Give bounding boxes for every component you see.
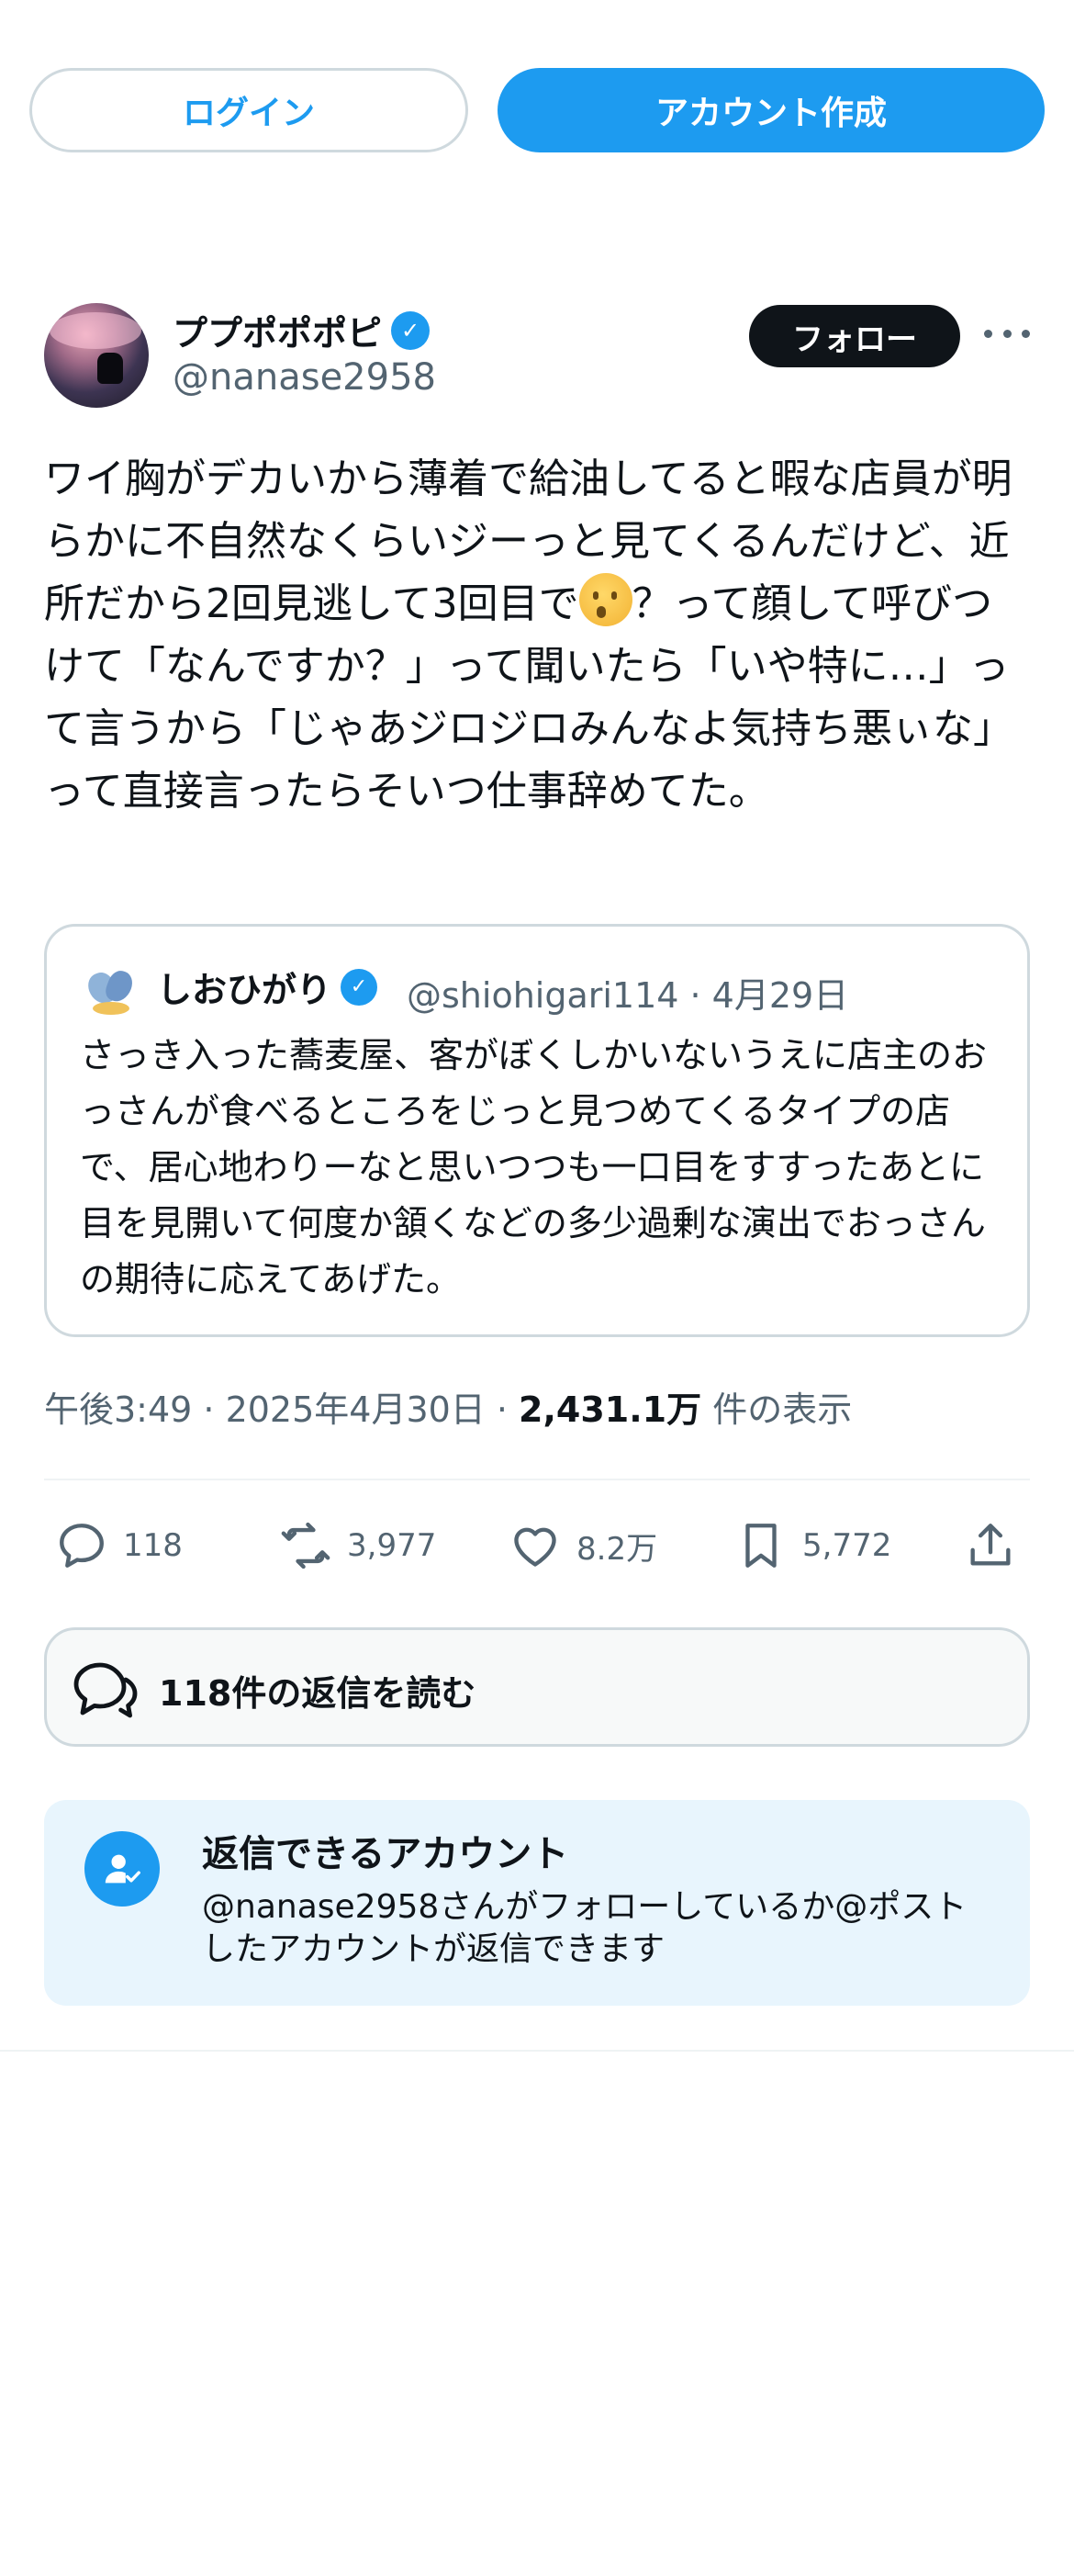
reply-button[interactable]: 118	[55, 1513, 183, 1578]
read-replies-button[interactable]: 118件の返信を読む	[44, 1627, 1030, 1747]
tweet-text: ワイ胸がデカいから薄着で給油してると暇な店員が明らかに不自然なくらいジーっと見て…	[44, 448, 1030, 823]
author-handle[interactable]: @nanase2958	[173, 356, 436, 399]
author-display-name[interactable]: ププポポポピ	[173, 305, 382, 355]
divider	[44, 1479, 1030, 1480]
share-icon	[970, 1524, 1011, 1566]
author-name-row[interactable]: ププポポポピ ✓	[173, 305, 431, 355]
bookmark-count: 5,772	[802, 1527, 892, 1564]
view-count: 2,431.1万	[519, 1389, 702, 1430]
avatar-decoration	[50, 312, 141, 349]
tweet-header: ププポポポピ ✓ @nanase2958 フォロー	[44, 303, 1030, 413]
more-dot	[1022, 329, 1030, 338]
tweet-timestamp[interactable]: 午後3:49 · 2025年4月30日 ·	[44, 1389, 519, 1430]
view-count-suffix: 件の表示	[701, 1389, 853, 1430]
auth-buttons: ログイン アカウント作成	[29, 68, 1045, 152]
author-avatar[interactable]	[44, 303, 149, 408]
verified-badge-icon: ✓	[341, 968, 378, 1006]
like-count: 8.2万	[576, 1530, 658, 1568]
login-button[interactable]: ログイン	[29, 68, 468, 152]
retweet-count: 3,977	[347, 1527, 437, 1564]
more-dot	[1002, 329, 1012, 338]
quote-author-avatar	[84, 967, 139, 1022]
reply-restriction-notice: 返信できるアカウント @nanase2958さんがフォローしているか@ポストした…	[44, 1800, 1030, 2006]
quote-handle-date: @shiohigari114 · 4月29日	[407, 975, 849, 1016]
follow-button[interactable]: フォロー	[749, 305, 960, 367]
reply-icon	[60, 1524, 104, 1568]
reply-restriction-title: 返信できるアカウント	[202, 1833, 569, 1875]
quote-text: さっき入った蕎麦屋、客がぼくしかいないうえに店主のおっさんが食べるところをじっと…	[80, 1035, 988, 1299]
bookmark-button[interactable]: 5,772	[734, 1513, 891, 1578]
person-check-glyph	[105, 1854, 140, 1884]
avatar-figure	[97, 353, 123, 384]
face-with-raised-eyebrow-icon	[578, 573, 632, 626]
replies-bubble-icon	[73, 1662, 138, 1718]
divider	[0, 2050, 1074, 2052]
bookmark-icon	[745, 1524, 777, 1568]
person-check-icon	[84, 1831, 160, 1907]
share-button[interactable]	[964, 1513, 1017, 1578]
reply-restriction-body: @nanase2958さんがフォローしているか@ポストしたアカウントが返信できま…	[202, 1888, 968, 1968]
more-dot	[984, 329, 992, 338]
action-bar: 118 3,977 8.2万 5,772	[44, 1513, 1030, 1578]
retweet-button[interactable]: 3,977	[279, 1513, 436, 1578]
tweet-meta: 午後3:49 · 2025年4月30日 · 2,431.1万 件の表示	[44, 1381, 852, 1432]
avatar-decoration	[93, 1002, 129, 1015]
verified-badge-icon: ✓	[391, 310, 431, 350]
read-replies-label: 118件の返信を読む	[159, 1673, 476, 1714]
quote-author-display-name: しおひがり	[157, 970, 332, 1010]
retweet-icon	[281, 1522, 330, 1569]
quote-author-name-row: しおひがり ✓	[157, 962, 378, 1012]
like-button[interactable]: 8.2万	[509, 1513, 657, 1578]
more-options-icon[interactable]	[984, 320, 1030, 347]
reply-count: 118	[123, 1527, 183, 1564]
signup-button[interactable]: アカウント作成	[498, 68, 1045, 152]
quoted-tweet[interactable]: しおひがり ✓ @shiohigari114 · 4月29日 さっき入った蕎麦屋…	[44, 924, 1030, 1337]
heart-icon	[514, 1527, 556, 1567]
